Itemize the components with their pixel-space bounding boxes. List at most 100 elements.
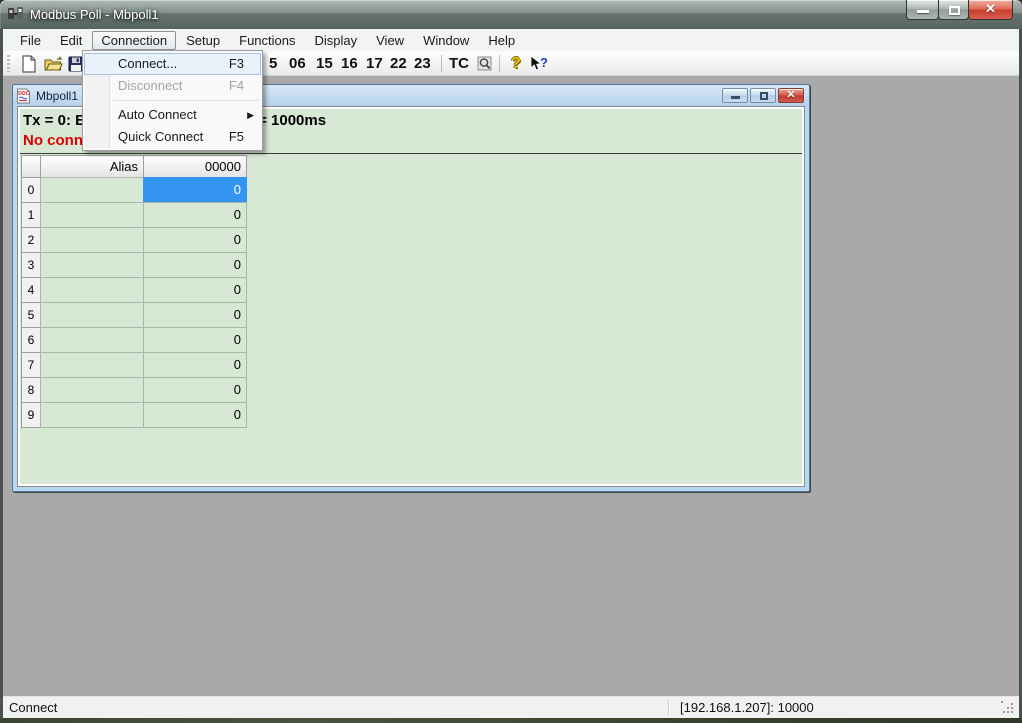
menu-functions[interactable]: Functions (230, 31, 304, 50)
app-icon (7, 6, 25, 22)
row-header[interactable]: 9 (21, 402, 41, 428)
header-separator (20, 153, 802, 154)
alias-cell[interactable] (40, 302, 144, 328)
menu-display[interactable]: Display (306, 31, 367, 50)
table-row: 9 0 (21, 402, 246, 428)
value-cell[interactable]: 0 (143, 202, 247, 228)
shortcut-label: F5 (229, 126, 244, 148)
row-header[interactable]: 1 (21, 202, 41, 228)
about-help-button[interactable]: ? (505, 53, 527, 74)
row-header[interactable]: 8 (21, 377, 41, 403)
table-row: 2 0 (21, 227, 246, 253)
menu-bar: File Edit Connection Setup Functions Dis… (3, 29, 1019, 51)
table-row: 0 0 (21, 177, 246, 203)
fc-button-23[interactable]: 23 (414, 55, 431, 72)
alias-cell[interactable] (40, 277, 144, 303)
menu-item-connect[interactable]: Connect... F3 (84, 53, 261, 75)
menu-item-label: Quick Connect (118, 129, 203, 144)
row-header[interactable]: 7 (21, 352, 41, 378)
alias-cell[interactable] (40, 202, 144, 228)
open-folder-icon (44, 56, 63, 72)
titlebar[interactable]: Modbus Poll - Mbpoll1 ✕ (0, 0, 1022, 29)
context-help-button[interactable]: ? (527, 53, 549, 74)
corner-header-cell (21, 155, 41, 178)
new-file-icon (21, 55, 37, 73)
help-icon: ? (511, 55, 521, 73)
communication-traffic-button[interactable] (473, 53, 495, 74)
row-header[interactable]: 3 (21, 252, 41, 278)
svg-text:?: ? (540, 55, 548, 70)
menu-edit[interactable]: Edit (51, 31, 91, 50)
maximize-button[interactable] (938, 0, 969, 20)
table-row: 7 0 (21, 352, 246, 378)
fc-button-05[interactable]: 5 (269, 55, 277, 72)
value-cell-selected[interactable]: 0 (143, 177, 247, 203)
value-cell[interactable]: 0 (143, 377, 247, 403)
close-icon: ✕ (969, 1, 1012, 17)
alias-cell[interactable] (40, 177, 144, 203)
child-minimize-button[interactable] (722, 88, 748, 103)
toolbar-gripper[interactable] (7, 55, 10, 72)
magnifier-doc-icon (476, 55, 493, 72)
context-help-arrow-icon: ? (529, 55, 548, 72)
svg-text:DOC: DOC (18, 91, 30, 97)
alias-cell[interactable] (40, 352, 144, 378)
alias-cell[interactable] (40, 327, 144, 353)
value-cell[interactable]: 0 (143, 302, 247, 328)
table-row: 3 0 (21, 252, 246, 278)
alias-cell[interactable] (40, 402, 144, 428)
menu-item-label: Auto Connect (118, 107, 197, 122)
resize-grip[interactable] (1001, 701, 1003, 703)
minimize-icon (917, 10, 929, 13)
value-cell[interactable]: 0 (143, 402, 247, 428)
alias-cell[interactable] (40, 227, 144, 253)
tc-button[interactable]: TC (449, 55, 469, 72)
value-cell[interactable]: 0 (143, 352, 247, 378)
restore-icon (760, 92, 768, 100)
fc-button-15[interactable]: 15 (316, 55, 333, 72)
status-pane-divider (668, 700, 669, 715)
menu-view[interactable]: View (367, 31, 413, 50)
menu-item-label: Disconnect (118, 78, 182, 93)
menu-file[interactable]: File (11, 31, 50, 50)
menu-separator (113, 100, 259, 101)
fc-button-17[interactable]: 17 (366, 55, 383, 72)
fc-button-06[interactable]: 06 (289, 55, 306, 72)
value-cell[interactable]: 0 (143, 277, 247, 303)
menu-help[interactable]: Help (479, 31, 524, 50)
value-cell[interactable]: 0 (143, 227, 247, 253)
row-header[interactable]: 5 (21, 302, 41, 328)
child-restore-button[interactable] (750, 88, 776, 103)
child-window-title: Mbpoll1 (36, 89, 78, 103)
register-column-header: 00000 (143, 155, 247, 178)
alias-cell[interactable] (40, 377, 144, 403)
alias-cell[interactable] (40, 252, 144, 278)
menu-connection[interactable]: Connection (92, 31, 176, 50)
row-header[interactable]: 4 (21, 277, 41, 303)
value-cell[interactable]: 0 (143, 252, 247, 278)
row-header[interactable]: 6 (21, 327, 41, 353)
poll-form: Tx = 0: Err = 0: ID = 1: F = 03: SR = 10… (20, 109, 802, 484)
row-header[interactable]: 0 (21, 177, 41, 203)
menu-setup[interactable]: Setup (177, 31, 229, 50)
value-cell[interactable]: 0 (143, 327, 247, 353)
submenu-arrow-icon: ▶ (247, 104, 254, 126)
menu-item-quick-connect[interactable]: Quick Connect F5 (84, 126, 261, 148)
row-header[interactable]: 2 (21, 227, 41, 253)
maximize-icon (949, 6, 960, 15)
minimize-button[interactable] (906, 0, 939, 20)
menu-item-auto-connect[interactable]: Auto Connect ▶ (84, 104, 261, 126)
menu-window[interactable]: Window (414, 31, 478, 50)
fc-button-22[interactable]: 22 (390, 55, 407, 72)
close-button[interactable]: ✕ (968, 0, 1013, 20)
status-bar: Connect [192.168.1.207]: 10000 (3, 696, 1019, 718)
new-file-button[interactable] (18, 53, 40, 74)
menu-item-disconnect: Disconnect F4 (84, 75, 261, 97)
register-grid: Alias 00000 0 0 1 0 (21, 156, 246, 428)
fc-button-16[interactable]: 16 (341, 55, 358, 72)
status-message: Connect (9, 700, 57, 715)
child-close-button[interactable]: ✕ (778, 88, 804, 103)
mdi-client-area: DOC Mbpoll1 ✕ Tx = 0: Err = 0: ID = 1: F… (3, 76, 1019, 696)
open-file-button[interactable] (42, 53, 64, 74)
alias-column-header: Alias (40, 155, 144, 178)
